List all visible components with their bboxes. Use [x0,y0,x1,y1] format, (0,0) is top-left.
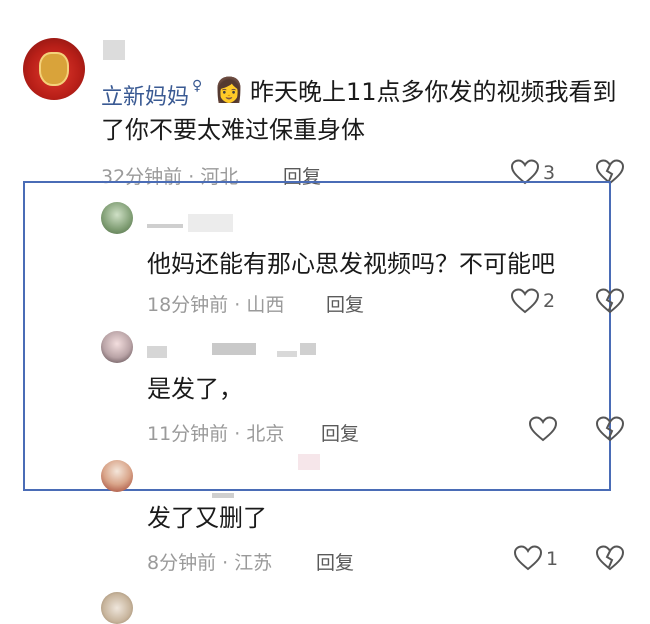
comment-time: 11分钟前 [147,423,229,445]
reply-button[interactable]: 回复 [316,548,354,575]
comment-location: 山西 [246,294,285,316]
avatar[interactable] [101,592,133,624]
comment-text: 了你不要太难过保重身体 [101,116,365,144]
comment-text: 他妈还能有那心思发视频吗？不可能吧 [147,250,555,278]
pixelated-mark [298,454,320,470]
comment-location: 江苏 [234,552,273,574]
avatar[interactable] [101,460,133,492]
reply-button[interactable]: 回复 [326,290,364,317]
reply-button[interactable]: 回复 [321,419,359,446]
pixelated-mark [103,40,125,60]
pixelated-mark [300,343,316,355]
heart-icon[interactable] [529,416,557,442]
comment-text: 昨天晚上11点多你发的视频我看到 [250,78,617,106]
lucky-bag-icon [39,52,69,86]
emoji-icon: 👩 [214,76,244,104]
avatar[interactable] [101,202,133,234]
pixelated-mark [212,493,234,498]
comment-meta: 11分钟前 · 北京 [147,423,285,445]
avatar[interactable] [101,331,133,363]
broken-heart-icon[interactable] [596,416,624,442]
comment-location: 北京 [246,423,285,445]
female-badge-icon: ♀ [192,78,203,94]
comment-meta: 18分钟前 · 山西 [147,294,285,316]
comment-time: 8分钟前 [147,552,217,574]
heart-icon[interactable] [511,288,539,314]
pixelated-mark [147,346,167,358]
pixelated-mark [188,214,233,232]
comment-username[interactable]: 立新妈妈 [101,79,189,111]
like-count: 1 [546,548,559,570]
avatar[interactable] [23,38,85,100]
comment-meta: 8分钟前 · 江苏 [147,552,273,574]
pixelated-mark [212,343,256,355]
pixelated-mark [277,351,297,357]
broken-heart-icon[interactable] [596,288,624,314]
heart-icon[interactable] [514,545,542,571]
like-count: 2 [543,290,556,312]
broken-heart-icon[interactable] [596,545,624,571]
comment-text: 发了又删了 [147,504,267,532]
comment-text: 是发了， [147,375,243,403]
comment-time: 18分钟前 [147,294,229,316]
pixelated-mark [147,224,183,228]
